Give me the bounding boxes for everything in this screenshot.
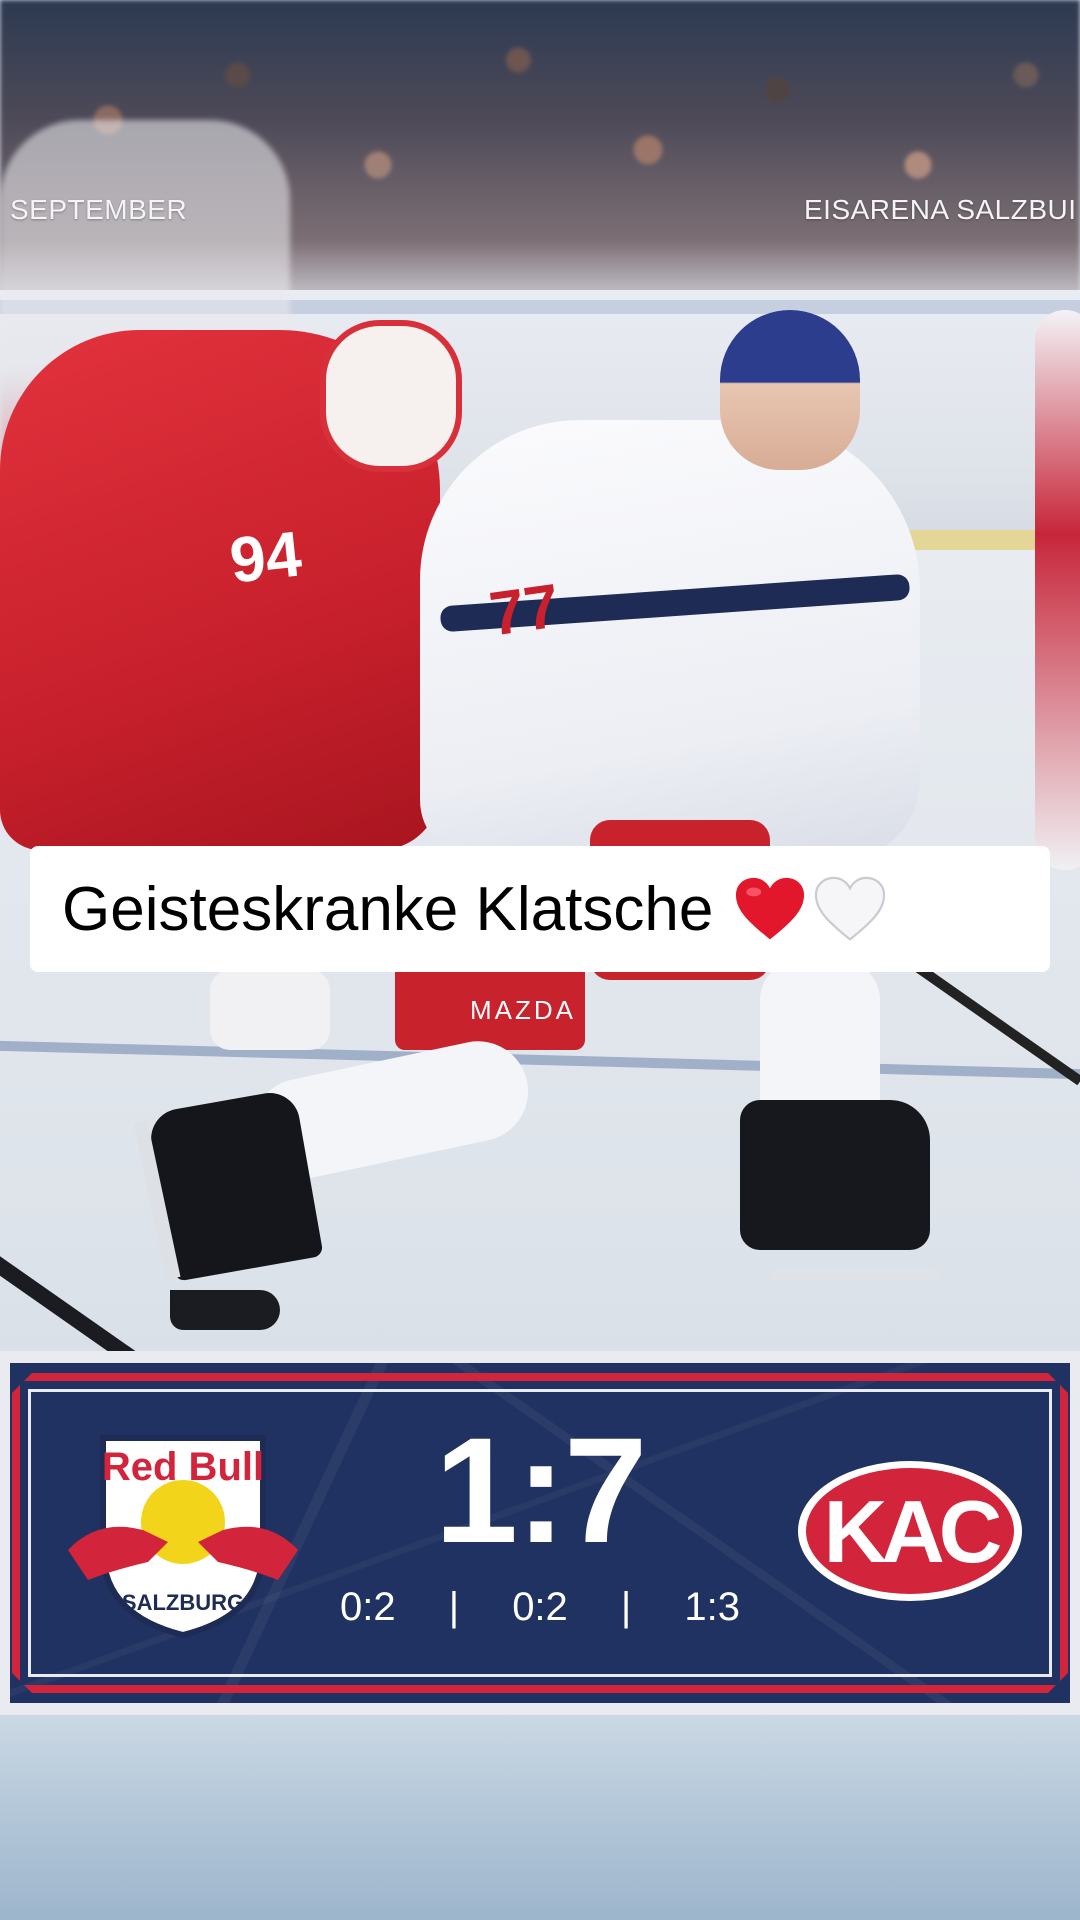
red-player-number: 94	[226, 517, 305, 597]
red-player-helmet	[320, 320, 462, 472]
skate-right	[740, 1100, 930, 1250]
period-scores: 0:2 | 0:2 | 1:3	[340, 1585, 740, 1630]
red-heart-icon	[736, 877, 805, 940]
caption-box: Geisteskranke Klatsche	[30, 846, 1050, 972]
caption-text: Geisteskranke Klatsche	[62, 874, 714, 944]
skate-right-blade	[770, 1268, 940, 1282]
photo-label-venue: EISARENA SALZBUI	[804, 194, 1077, 225]
hockey-stick-blade	[170, 1290, 280, 1330]
white-player-number: 77	[485, 571, 564, 650]
caption-emojis	[733, 872, 887, 946]
photo-label-date: SEPTEMBER	[10, 194, 188, 225]
kac-wordmark: KAC	[824, 1482, 1001, 1581]
salzburg-wordmark: SALZBURG	[122, 1590, 244, 1615]
period-2-score: 0:2	[512, 1585, 568, 1629]
edge-player	[1035, 310, 1080, 870]
period-3-score: 1:3	[684, 1585, 740, 1629]
sponsor-text: MAZDA	[470, 995, 576, 1025]
lower-ice	[0, 1715, 1080, 1920]
white-player-helmet	[720, 310, 860, 470]
red-player-leg	[210, 970, 330, 1050]
period-1-score: 0:2	[340, 1585, 396, 1629]
kac-logo: KAC	[798, 1461, 1022, 1601]
period-separator: |	[448, 1585, 460, 1629]
white-heart-icon	[815, 876, 886, 941]
period-separator: |	[620, 1585, 632, 1629]
